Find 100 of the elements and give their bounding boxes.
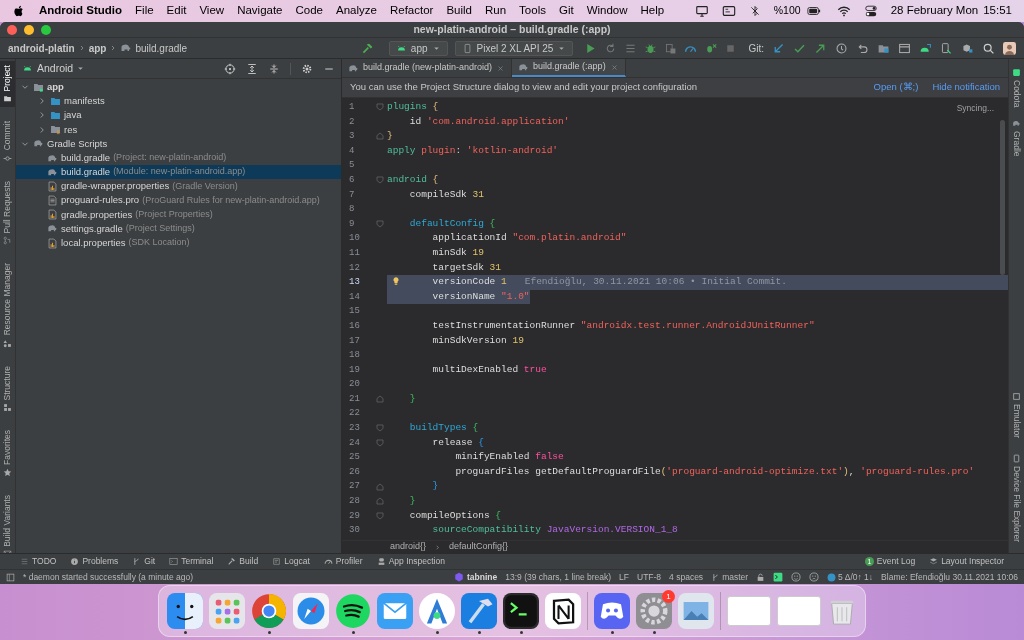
lightbulb-icon[interactable] bbox=[391, 276, 401, 287]
fold-start-icon[interactable] bbox=[375, 103, 384, 112]
hammer-app-icon[interactable] bbox=[461, 593, 497, 629]
file-encoding[interactable]: UTF-8 bbox=[637, 570, 662, 584]
smiley-app-icon[interactable] bbox=[167, 593, 203, 629]
tool-window-button[interactable]: Terminal bbox=[169, 555, 214, 568]
menu-clock-time[interactable]: 15:51 bbox=[983, 2, 1012, 20]
tool-window-tab[interactable]: Favorites bbox=[0, 426, 15, 481]
tree-item[interactable]: app bbox=[16, 80, 341, 95]
menu-item[interactable]: Window bbox=[586, 2, 628, 20]
tool-window-button[interactable]: Problems bbox=[70, 555, 119, 568]
cursor-position[interactable]: 13:9 (39 chars, 1 line break) bbox=[505, 570, 612, 584]
fold-start-icon[interactable] bbox=[375, 176, 384, 185]
terminal-square-icon[interactable] bbox=[773, 572, 784, 582]
bluetooth-icon[interactable] bbox=[748, 4, 761, 18]
tool-window-button[interactable]: Profiler bbox=[323, 555, 363, 568]
line-separator[interactable]: LF bbox=[619, 570, 629, 584]
tool-window-tab[interactable]: Emulator bbox=[1010, 388, 1023, 441]
run-icon[interactable] bbox=[584, 41, 598, 55]
plugin-name[interactable]: tabnine bbox=[467, 570, 498, 584]
scrollbar-thumb[interactable] bbox=[1000, 120, 1005, 275]
history-icon[interactable] bbox=[835, 41, 848, 55]
frown-icon[interactable] bbox=[809, 572, 820, 582]
menu-item[interactable]: Tools bbox=[519, 2, 546, 20]
indent-setting[interactable]: 4 spaces bbox=[669, 570, 704, 584]
tool-window-tab[interactable]: Resource Manager bbox=[0, 259, 15, 352]
menu-item[interactable]: File bbox=[135, 2, 154, 20]
tool-window-tab[interactable]: Build Variants bbox=[0, 490, 15, 553]
menu-item[interactable]: Navigate bbox=[237, 2, 283, 20]
tool-window-tab[interactable]: Commit bbox=[0, 117, 15, 167]
window-thumbnail[interactable] bbox=[777, 596, 821, 626]
control-center-icon[interactable] bbox=[863, 4, 878, 18]
tree-item[interactable]: Gradle Scripts bbox=[16, 136, 341, 151]
tool-window-tab[interactable]: Project bbox=[0, 61, 15, 108]
settings-icon[interactable] bbox=[301, 62, 313, 75]
git-branch-button[interactable]: master bbox=[711, 570, 749, 584]
close-button[interactable] bbox=[7, 25, 17, 35]
envelope-app-icon[interactable] bbox=[377, 593, 413, 629]
view-dropdown[interactable]: Android bbox=[37, 60, 86, 77]
apple-icon[interactable] bbox=[12, 4, 26, 18]
menu-item[interactable]: Build bbox=[446, 2, 472, 20]
wifi-icon[interactable] bbox=[836, 4, 851, 18]
window-icon[interactable] bbox=[898, 41, 911, 55]
run-config-dropdown[interactable]: app bbox=[388, 40, 448, 56]
fold-start-icon[interactable] bbox=[375, 220, 384, 229]
tree-item[interactable]: res bbox=[16, 122, 341, 137]
tool-window-button[interactable]: TODO bbox=[20, 555, 57, 568]
tool-window-button[interactable]: Logcat bbox=[272, 555, 310, 568]
terminal-app-icon[interactable] bbox=[503, 593, 539, 629]
gear-app-icon[interactable] bbox=[636, 593, 672, 629]
menu-item[interactable]: Refactor bbox=[389, 2, 434, 20]
menu-item[interactable]: Edit bbox=[166, 2, 187, 20]
window-thumbnail[interactable] bbox=[727, 596, 771, 626]
breadcrumb-link[interactable]: build.gradle bbox=[135, 40, 188, 56]
menu-item[interactable]: Help bbox=[640, 2, 665, 20]
collapse-all-icon[interactable] bbox=[268, 62, 280, 75]
tool-window-tab[interactable]: Pull Requests bbox=[0, 176, 15, 250]
tree-item[interactable]: gradle-wrapper.properties (Gradle Version) bbox=[16, 179, 341, 194]
editor-tab[interactable]: build.gradle (new-platin-android) bbox=[342, 59, 513, 77]
ring-app-icon[interactable] bbox=[251, 593, 287, 629]
avatar-icon[interactable] bbox=[1003, 41, 1016, 55]
hammer-icon[interactable] bbox=[360, 41, 374, 55]
smiley-icon[interactable] bbox=[791, 572, 802, 582]
fold-end-icon[interactable] bbox=[375, 132, 384, 141]
tree-item[interactable]: java bbox=[16, 108, 341, 123]
compass-app-icon[interactable] bbox=[293, 593, 329, 629]
tool-window-button[interactable]: Git bbox=[132, 555, 156, 568]
menu-item[interactable]: Analyze bbox=[336, 2, 377, 20]
menu-item[interactable]: Android Studio bbox=[39, 2, 123, 20]
breadcrumb-link[interactable]: android{} bbox=[390, 540, 427, 554]
breadcrumb-link[interactable]: app bbox=[88, 40, 107, 56]
fold-start-icon[interactable] bbox=[375, 511, 384, 520]
fold-end-icon[interactable] bbox=[375, 395, 384, 404]
tool-window-tab[interactable]: Gradle bbox=[1010, 116, 1023, 160]
panel-toggle-icon[interactable] bbox=[6, 572, 15, 582]
debug-icon[interactable] bbox=[644, 41, 658, 55]
tool-window-tab[interactable]: Device File Explorer bbox=[1010, 450, 1023, 545]
tree-item[interactable]: manifests bbox=[16, 94, 341, 109]
game-controller-app-icon[interactable] bbox=[594, 593, 630, 629]
minimize-button[interactable] bbox=[24, 25, 34, 35]
monitor-icon[interactable] bbox=[694, 4, 709, 18]
git-changes[interactable]: 5 Δ/0↑ 1↓ bbox=[838, 570, 874, 584]
tree-item[interactable]: local.properties (SDK Location) bbox=[16, 236, 341, 251]
arrow-down-left-icon[interactable] bbox=[772, 41, 785, 55]
menu-item[interactable]: Git bbox=[558, 2, 574, 20]
tool-window-button[interactable]: Build bbox=[227, 555, 259, 568]
menu-clock-date[interactable]: 28 February Mon bbox=[890, 2, 979, 20]
tree-item[interactable]: settings.gradle (Project Settings) bbox=[16, 221, 341, 237]
blame-status[interactable]: Blame: Efendioğlu 30.11.2021 10:06 bbox=[881, 570, 1018, 584]
menu-item[interactable]: Run bbox=[485, 2, 507, 20]
device-dropdown[interactable]: Pixel 2 XL API 25 bbox=[454, 40, 574, 56]
image-preview-app-icon[interactable] bbox=[678, 593, 714, 629]
grid-app-icon[interactable] bbox=[209, 593, 245, 629]
notebook-app-icon[interactable] bbox=[545, 593, 581, 629]
tree-item[interactable]: build.gradle (Module: new-platin-android.app) bbox=[16, 165, 341, 180]
tool-window-tab[interactable]: Codota bbox=[1010, 65, 1023, 111]
search-icon[interactable] bbox=[982, 41, 995, 55]
compass-triangle-app-icon[interactable] bbox=[419, 593, 455, 629]
target-icon[interactable] bbox=[224, 62, 236, 75]
notification-link[interactable]: Open (⌘;) bbox=[873, 80, 919, 95]
